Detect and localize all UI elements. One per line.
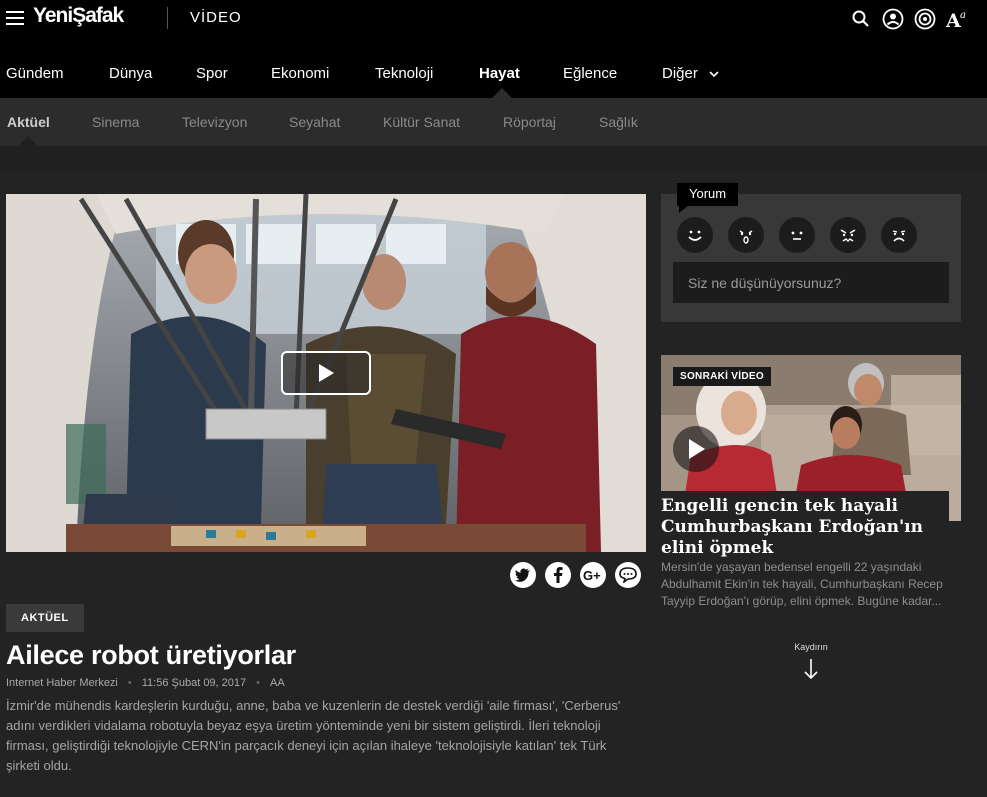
comment-input[interactable] — [673, 262, 949, 303]
sad-reaction-icon[interactable] — [881, 217, 917, 253]
scroll-hint[interactable]: Kaydırın — [780, 642, 842, 680]
smile-reaction-icon[interactable] — [677, 217, 713, 253]
nav-item-ekonomi[interactable]: Ekonomi — [271, 65, 329, 82]
comment-tab-tail — [679, 205, 689, 213]
site-logo[interactable]: YeniŞafak — [33, 4, 124, 28]
chevron-down-icon — [709, 71, 719, 78]
subnav-item-aktuel[interactable]: Aktüel — [7, 114, 50, 130]
subnav-item-sinema[interactable]: Sinema — [92, 114, 139, 130]
twitter-icon[interactable] — [510, 562, 536, 588]
next-video-play-button[interactable] — [673, 426, 719, 472]
main-nav: Gündem Dünya Spor Ekonomi Teknoloji Haya… — [0, 50, 987, 98]
angry-reaction-icon[interactable] — [830, 217, 866, 253]
nav-item-dunya[interactable]: Dünya — [109, 65, 152, 82]
nav-item-teknoloji[interactable]: Teknoloji — [375, 65, 433, 82]
nav-item-hayat[interactable]: Hayat — [479, 65, 520, 82]
share-bar: G+ — [510, 562, 641, 588]
nav-item-gundem[interactable]: Gündem — [6, 65, 64, 82]
play-icon — [319, 364, 334, 382]
top-bar: YeniŞafak VİDEO Aa — [0, 0, 987, 38]
subnav-item-seyahat[interactable]: Seyahat — [289, 114, 340, 130]
google-plus-icon[interactable]: G+ — [580, 562, 606, 588]
svg-text:a: a — [960, 10, 966, 21]
facebook-icon[interactable] — [545, 562, 571, 588]
nav-item-diger[interactable]: Diğer — [662, 65, 720, 82]
category-badge[interactable]: AKTÜEL — [6, 604, 84, 632]
subnav-item-roportaj[interactable]: Röportaj — [503, 114, 556, 130]
font-size-toggle[interactable]: AA — [270, 677, 285, 689]
article-description: İzmir'de mühendis kardeşlerin kurduğu, a… — [6, 698, 621, 773]
surprised-reaction-icon[interactable] — [728, 217, 764, 253]
subnav-item-kultur-sanat[interactable]: Kültür Sanat — [383, 114, 460, 130]
next-video-description: Mersin'de yaşayan bedensel engelli 22 ya… — [661, 560, 943, 608]
play-button[interactable] — [281, 351, 371, 395]
svg-text:G+: G+ — [583, 568, 601, 582]
sub-nav: Aktüel Sinema Televizyon Seyahat Kültür … — [0, 98, 987, 146]
meta-separator: • — [256, 677, 260, 689]
subnav-item-televizyon[interactable]: Televizyon — [182, 114, 247, 130]
subnav-item-saglik[interactable]: Sağlık — [599, 114, 638, 130]
user-icon[interactable] — [881, 7, 905, 31]
svg-text:A: A — [945, 10, 961, 30]
comment-icon[interactable] — [615, 562, 641, 588]
article-author: Internet Haber Merkezi — [6, 677, 118, 689]
arrow-down-icon — [804, 659, 818, 680]
section-title[interactable]: VİDEO — [190, 9, 242, 26]
nav-item-eglence[interactable]: Eğlence — [563, 65, 617, 82]
target-icon[interactable] — [913, 7, 937, 31]
logo-divider — [167, 7, 168, 29]
search-icon[interactable] — [849, 7, 873, 31]
video-player[interactable] — [6, 194, 646, 552]
menu-icon[interactable] — [6, 11, 24, 25]
next-video-title[interactable]: Engelli gencin tek hayali Cumhurbaşkanı … — [661, 496, 946, 559]
comment-tab[interactable]: Yorum — [677, 183, 739, 206]
article-title: Ailece robot üretiyorlar — [6, 640, 296, 670]
meta-separator: • — [127, 677, 132, 689]
nav-item-diger-label: Diğer — [662, 65, 698, 82]
play-icon — [689, 439, 705, 459]
reaction-bar — [677, 217, 917, 253]
top-icons: Aa — [849, 7, 969, 31]
next-video-label: SONRAKİ VİDEO — [673, 367, 771, 386]
active-subnav-indicator — [18, 136, 38, 146]
nav-item-spor[interactable]: Spor — [196, 65, 228, 82]
scroll-hint-label: Kaydırın — [794, 642, 828, 652]
separator-strip — [0, 146, 987, 172]
neutral-reaction-icon[interactable] — [779, 217, 815, 253]
active-nav-indicator — [492, 88, 512, 98]
font-size-icon[interactable]: Aa — [945, 7, 969, 31]
article-datetime: 11:56 Şubat 09, 2017 — [141, 677, 247, 689]
article-meta: Internet Haber Merkezi • 11:56 Şubat 09,… — [6, 677, 285, 689]
